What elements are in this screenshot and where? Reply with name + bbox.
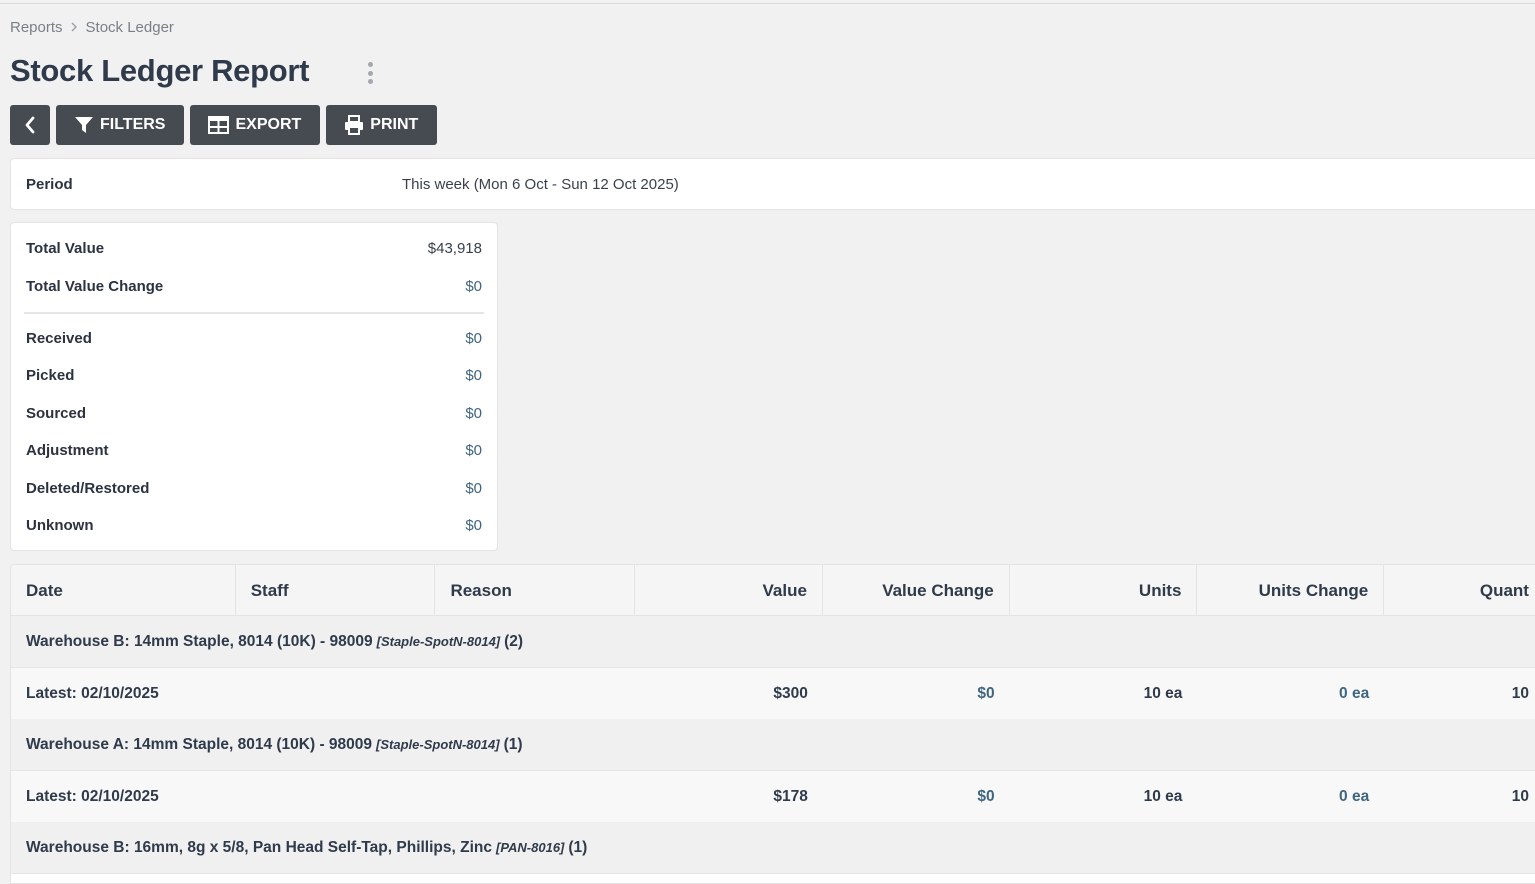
- column-header-quantity[interactable]: Quant: [1384, 565, 1535, 616]
- column-header-date[interactable]: Date: [11, 565, 236, 616]
- table-row[interactable]: Latest: 02/10/2025 $300 $0 10 ea 0 ea 10: [11, 668, 1535, 719]
- summary-row-total-value: Total Value $43,918: [26, 240, 482, 257]
- export-label: EXPORT: [235, 116, 302, 133]
- page-title: Stock Ledger Report: [10, 53, 310, 88]
- breadcrumb: Reports Stock Ledger: [10, 19, 174, 36]
- back-button[interactable]: [10, 105, 50, 145]
- sku-label: [Staple-SpotN-8014]: [376, 737, 500, 752]
- top-divider: [0, 3, 1535, 4]
- summary-row-received: Received $0: [26, 330, 482, 347]
- summary-panel: Total Value $43,918 Total Value Change $…: [10, 222, 498, 551]
- group-row[interactable]: Warehouse A: 14mm Staple, 8014 (10K) - 9…: [11, 719, 1535, 771]
- summary-divider: [24, 312, 484, 314]
- print-button[interactable]: PRINT: [326, 105, 438, 145]
- chevron-right-icon: [71, 21, 78, 35]
- funnel-icon: [75, 117, 93, 133]
- breadcrumb-stock-ledger: Stock Ledger: [85, 19, 174, 36]
- group-row[interactable]: Warehouse B: 14mm Staple, 8014 (10K) - 9…: [11, 616, 1535, 668]
- ledger-table: Date Staff Reason Value Value Change Uni…: [10, 564, 1535, 884]
- summary-row-picked: Picked $0: [26, 367, 482, 384]
- table-grid-icon: [208, 116, 230, 134]
- breadcrumb-reports[interactable]: Reports: [10, 19, 63, 36]
- column-header-value[interactable]: Value: [635, 565, 823, 616]
- summary-row-deleted-restored: Deleted/Restored $0: [26, 480, 482, 497]
- column-header-value-change[interactable]: Value Change: [823, 565, 1010, 616]
- sku-label: [PAN-8016]: [495, 840, 565, 855]
- column-header-units[interactable]: Units: [1010, 565, 1198, 616]
- summary-row-sourced: Sourced $0: [26, 405, 482, 422]
- summary-row-total-value-change: Total Value Change $0: [26, 278, 482, 295]
- sku-label: [Staple-SpotN-8014]: [376, 634, 501, 649]
- table-header: Date Staff Reason Value Value Change Uni…: [11, 565, 1535, 616]
- export-button[interactable]: EXPORT: [190, 105, 321, 145]
- kebab-icon[interactable]: [363, 62, 377, 84]
- summary-row-adjustment: Adjustment $0: [26, 442, 482, 459]
- table-row[interactable]: Latest: 02/10/2025 $178 $0 10 ea 0 ea 10: [11, 771, 1535, 822]
- period-panel: Period This week (Mon 6 Oct - Sun 12 Oct…: [10, 158, 1535, 210]
- filters-button[interactable]: FILTERS: [56, 105, 185, 145]
- column-header-staff[interactable]: Staff: [236, 565, 436, 616]
- toolbar: FILTERS EXPORT PRINT: [10, 105, 438, 145]
- filters-label: FILTERS: [100, 116, 166, 133]
- column-header-units-change[interactable]: Units Change: [1197, 565, 1385, 616]
- period-label: Period: [26, 175, 73, 193]
- summary-row-unknown: Unknown $0: [26, 517, 482, 534]
- column-header-reason[interactable]: Reason: [435, 565, 636, 616]
- print-label: PRINT: [370, 116, 419, 133]
- group-row[interactable]: Warehouse B: 16mm, 8g x 5/8, Pan Head Se…: [11, 822, 1535, 874]
- period-value: This week (Mon 6 Oct - Sun 12 Oct 2025): [402, 175, 679, 193]
- chevron-left-icon: [25, 116, 35, 134]
- printer-icon: [345, 115, 364, 135]
